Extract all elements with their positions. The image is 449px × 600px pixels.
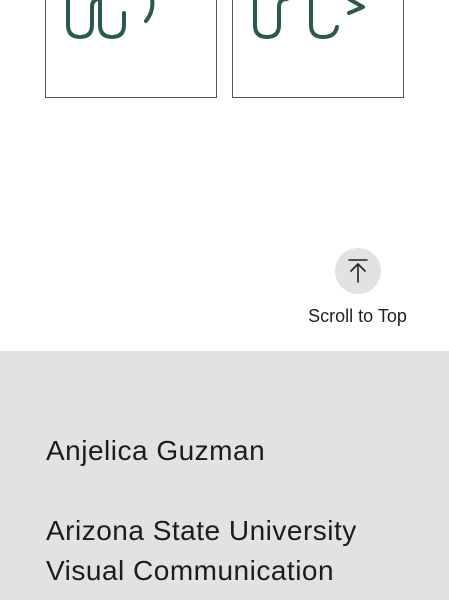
scroll-to-top-button[interactable]: Scroll to Top: [300, 248, 415, 338]
footer-school-line1: Arizona State University: [46, 515, 357, 546]
project-thumbnail-2[interactable]: [232, 0, 404, 98]
green-squiggle-arrow-logo-icon: [253, 0, 365, 39]
project-thumbnail-1[interactable]: [45, 0, 217, 98]
green-squiggle-logo-icon: [66, 0, 155, 39]
scroll-to-top-label[interactable]: Scroll to Top: [300, 306, 415, 327]
footer-author-name: Anjelica Guzman: [46, 435, 266, 466]
page: Scroll to Top Anjelica Guzman Arizona St…: [0, 0, 449, 600]
footer-school-line2: Visual Communication: [46, 555, 335, 586]
footer: Anjelica Guzman Arizona State University…: [0, 351, 449, 600]
footer-school-info: Arizona State University Visual Communic…: [46, 511, 357, 591]
arrow-up-to-line-icon: [347, 259, 368, 283]
scroll-to-top-circle[interactable]: [334, 248, 381, 294]
